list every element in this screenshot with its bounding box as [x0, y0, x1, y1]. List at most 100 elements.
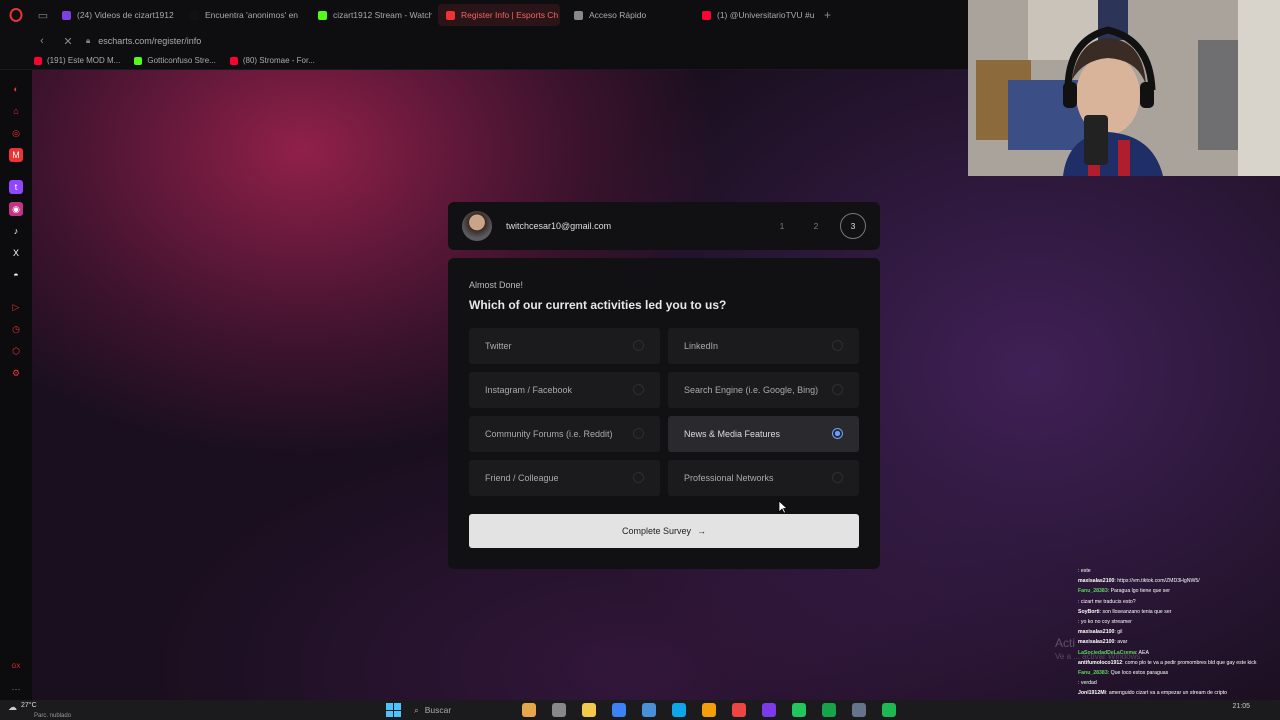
bookmarks-bar: (191) Este MOD M... Gotticonfuso Stre... (… — [0, 52, 968, 70]
radio-button[interactable] — [832, 472, 843, 483]
tab-favicon-icon — [702, 10, 711, 20]
tab-favicon-icon — [62, 10, 71, 20]
new-tab-button[interactable]: + — [816, 8, 839, 22]
survey-option[interactable]: Twitter — [469, 328, 660, 364]
taskbar-app-icon[interactable] — [582, 703, 596, 717]
chat-text: : amenguido cizart va a empezar un strea… — [1105, 690, 1228, 697]
survey-option-label: LinkedIn — [684, 341, 719, 351]
radio-button[interactable] — [832, 384, 843, 395]
taskbar-app-icon[interactable] — [732, 703, 746, 717]
twitch-icon[interactable]: t — [9, 180, 23, 194]
aria-icon[interactable]: ◐ — [9, 82, 23, 96]
browser-tab[interactable]: cizart1912 Stream - Watch — [310, 4, 432, 26]
tiktok-icon[interactable]: ♪ — [9, 224, 23, 238]
chat-text: : cizart me traducis esto? — [1078, 598, 1136, 605]
chat-message: : cizart me traducis esto? — [1078, 597, 1280, 607]
player-icon[interactable]: ▷ — [9, 300, 23, 314]
taskbar-app-icon[interactable] — [522, 703, 536, 717]
browser-tab[interactable]: Register Info | Esports Ch — [438, 4, 560, 26]
chat-username: antifumoloco1912 — [1078, 659, 1123, 666]
settings-gear-icon[interactable]: ⚙ — [9, 366, 23, 380]
taskbar-app-icon[interactable] — [702, 703, 716, 717]
chat-text: : AEA — [1135, 649, 1149, 656]
survey-option[interactable]: Instagram / Facebook — [469, 372, 660, 408]
bookmark-item[interactable]: (80) Stromae - For... — [229, 56, 315, 65]
taskbar-app-icon[interactable] — [852, 703, 866, 717]
chat-message: : este — [1078, 566, 1280, 576]
radio-button[interactable] — [633, 384, 644, 395]
chat-username: Fanu_28383 — [1078, 588, 1108, 595]
tab-label: (1) @UniversitarioTVU #u — [717, 10, 815, 20]
messenger-icon[interactable]: M — [9, 148, 23, 162]
arrow-right-icon: → — [697, 526, 707, 536]
complete-survey-button[interactable]: Complete Survey → — [469, 514, 859, 548]
taskbar-app-icon[interactable] — [822, 703, 836, 717]
browser-tab[interactable]: (1) @UniversitarioTVU #u — [694, 4, 816, 26]
survey-option[interactable]: Friend / Colleague — [469, 460, 660, 496]
bookmark-item[interactable]: (191) Este MOD M... — [34, 56, 120, 65]
survey-option[interactable]: LinkedIn — [668, 328, 859, 364]
radio-button[interactable] — [633, 472, 644, 483]
radio-button[interactable] — [633, 340, 644, 351]
browser-tab[interactable]: Encuentra 'anonimos' en — [182, 4, 304, 26]
survey-card: Almost Done! Which of our current activi… — [448, 258, 880, 569]
survey-option-label: Search Engine (i.e. Google, Bing) — [684, 385, 819, 395]
windows-start-icon[interactable] — [386, 703, 402, 717]
tab-overview-icon[interactable]: ▭ — [32, 9, 54, 22]
chat-message: maxisalas2100: https://vm.tiktok.com/ZMD… — [1078, 576, 1280, 586]
tab-favicon-icon — [318, 10, 327, 20]
survey-option-label: Professional Networks — [684, 473, 774, 483]
survey-option[interactable]: Search Engine (i.e. Google, Bing) — [668, 372, 859, 408]
back-icon[interactable]: ‹ — [34, 35, 50, 47]
chat-message: antifumoloco1912: como plo te va a pedir… — [1078, 658, 1280, 668]
loading-stop-icon[interactable]: ✕ — [60, 35, 76, 48]
browser-tab[interactable]: (24) Videos de cizart1912 — [54, 4, 176, 26]
taskbar-app-icon[interactable] — [672, 703, 686, 717]
chat-text: : https://vm.tiktok.com/ZMD3HgNW5/ — [1114, 578, 1200, 585]
survey-option[interactable]: Professional Networks — [668, 460, 859, 496]
taskbar-app-icon[interactable] — [792, 703, 806, 717]
radio-button[interactable] — [633, 428, 644, 439]
chat-message: maxisalas2100: gil — [1078, 627, 1280, 637]
tab-label: cizart1912 Stream - Watch — [333, 10, 432, 20]
taskbar-app-icon[interactable] — [612, 703, 626, 717]
bookmark-label: Gotticonfuso Stre... — [147, 56, 216, 65]
bookmark-favicon-icon — [134, 56, 143, 65]
browser-tab-bar: ▭ (24) Videos de cizart1912 Encuentra 'an… — [0, 0, 968, 30]
discord-icon[interactable]: ◓ — [9, 268, 23, 282]
bookmark-item[interactable]: Gotticonfuso Stre... — [134, 56, 216, 65]
radio-button[interactable] — [832, 428, 843, 439]
survey-eyebrow: Almost Done! — [469, 280, 524, 290]
gx-corner-icon[interactable]: GX — [9, 660, 23, 674]
extensions-icon[interactable]: ⬡ — [9, 344, 23, 358]
step-1: 1 — [779, 221, 785, 231]
radio-button[interactable] — [832, 340, 843, 351]
x-icon[interactable]: X — [9, 246, 23, 260]
ai-icon[interactable]: ◎ — [9, 126, 23, 140]
taskbar-app-icon[interactable] — [762, 703, 776, 717]
tab-favicon-icon — [446, 10, 455, 20]
weather-widget[interactable]: ☁ 27°C Parc. nublado — [8, 702, 71, 719]
browser-tab[interactable]: Acceso Rápido — [566, 4, 688, 26]
taskbar-app-icon[interactable] — [642, 703, 656, 717]
browser-sidebar: ◐ ⌂ ◎ M t ◉ ♪ X ◓ ▷ ◷ ⬡ ⚙ GX ⋯ — [0, 70, 32, 700]
bookmark-favicon-icon — [34, 56, 42, 65]
history-icon[interactable]: ◷ — [9, 322, 23, 336]
instagram-icon[interactable]: ◉ — [9, 202, 23, 216]
taskbar-app-icon[interactable] — [552, 703, 566, 717]
search-icon: ⌕ — [414, 704, 419, 715]
mouse-cursor-icon — [778, 500, 788, 514]
chat-username: SoyBorti — [1078, 608, 1100, 615]
chat-message: LaSociedadDeLaCrema: AEA — [1078, 648, 1280, 658]
more-icon[interactable]: ⋯ — [9, 682, 23, 696]
taskbar-clock[interactable]: 21:05 — [1232, 703, 1250, 710]
taskbar-app-icon[interactable] — [882, 703, 896, 717]
opera-logo-icon[interactable] — [0, 0, 32, 30]
workspace-icon[interactable]: ⌂ — [9, 104, 23, 118]
survey-option[interactable]: Community Forums (i.e. Reddit) — [469, 416, 660, 452]
taskbar-search[interactable]: ⌕ Buscar — [414, 705, 510, 716]
survey-option[interactable]: News & Media Features — [668, 416, 859, 452]
url-field[interactable]: 🔒︎ escharts.com/register/info — [86, 36, 201, 46]
user-email: twitchcesar10@gmail.com — [506, 221, 612, 231]
tab-label: Encuentra 'anonimos' en — [205, 10, 299, 20]
